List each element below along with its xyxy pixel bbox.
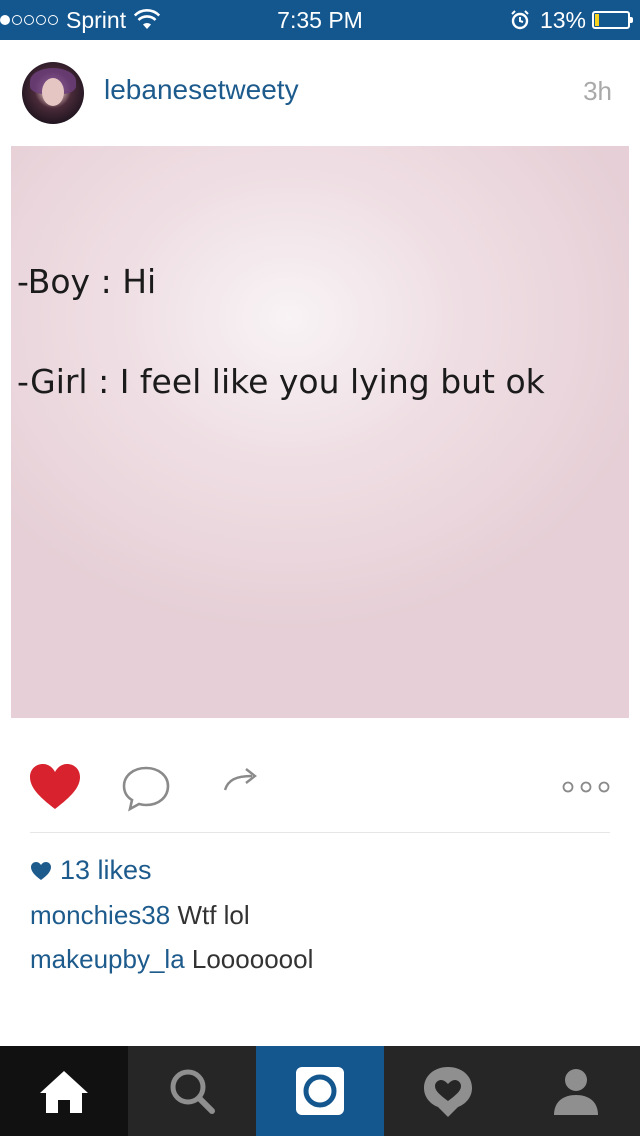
camera-icon xyxy=(296,1067,344,1115)
post-username[interactable]: lebanesetweety xyxy=(104,74,299,106)
comment: monchies38 Wtf lol xyxy=(30,900,250,931)
divider xyxy=(30,832,610,833)
search-icon xyxy=(170,1069,215,1114)
status-bar: Sprint 7:35 PM 13% xyxy=(0,0,640,40)
comment-username[interactable]: makeupby_la xyxy=(30,944,185,974)
comment-text: Wtf lol xyxy=(177,900,250,930)
heart-icon[interactable] xyxy=(28,762,82,812)
comment-text: Loooooool xyxy=(191,944,314,974)
share-icon[interactable] xyxy=(222,766,260,794)
post-image[interactable]: -Boy : Hi -Girl : I feel like you lying … xyxy=(11,146,629,718)
image-text-line: -Boy : Hi xyxy=(17,262,157,301)
tab-camera[interactable] xyxy=(256,1046,384,1136)
tab-profile[interactable] xyxy=(512,1046,640,1136)
profile-icon xyxy=(554,1069,598,1115)
likes-count[interactable]: 13 likes xyxy=(30,855,152,886)
tab-bar xyxy=(0,1046,640,1136)
small-heart-icon xyxy=(31,861,51,880)
avatar[interactable] xyxy=(22,62,84,124)
activity-icon xyxy=(424,1067,472,1117)
tab-home[interactable] xyxy=(0,1046,128,1136)
post-time: 3h xyxy=(583,76,612,106)
comment-icon[interactable] xyxy=(120,764,172,812)
likes-label: 13 likes xyxy=(60,855,152,885)
home-icon xyxy=(40,1071,88,1113)
battery-icon xyxy=(592,11,633,29)
more-icon[interactable] xyxy=(562,780,610,794)
alarm-icon xyxy=(511,10,529,30)
post-header: lebanesetweety 3h xyxy=(0,40,640,146)
status-right: 13% xyxy=(510,0,640,40)
post-actions xyxy=(0,740,640,830)
battery-percent: 13% xyxy=(539,6,586,33)
comment-username[interactable]: monchies38 xyxy=(30,900,170,930)
comment: makeupby_la Loooooool xyxy=(30,944,313,975)
tab-search[interactable] xyxy=(128,1046,256,1136)
tab-activity[interactable] xyxy=(384,1046,512,1136)
image-text-line: -Girl : I feel like you lying but ok xyxy=(17,362,545,401)
